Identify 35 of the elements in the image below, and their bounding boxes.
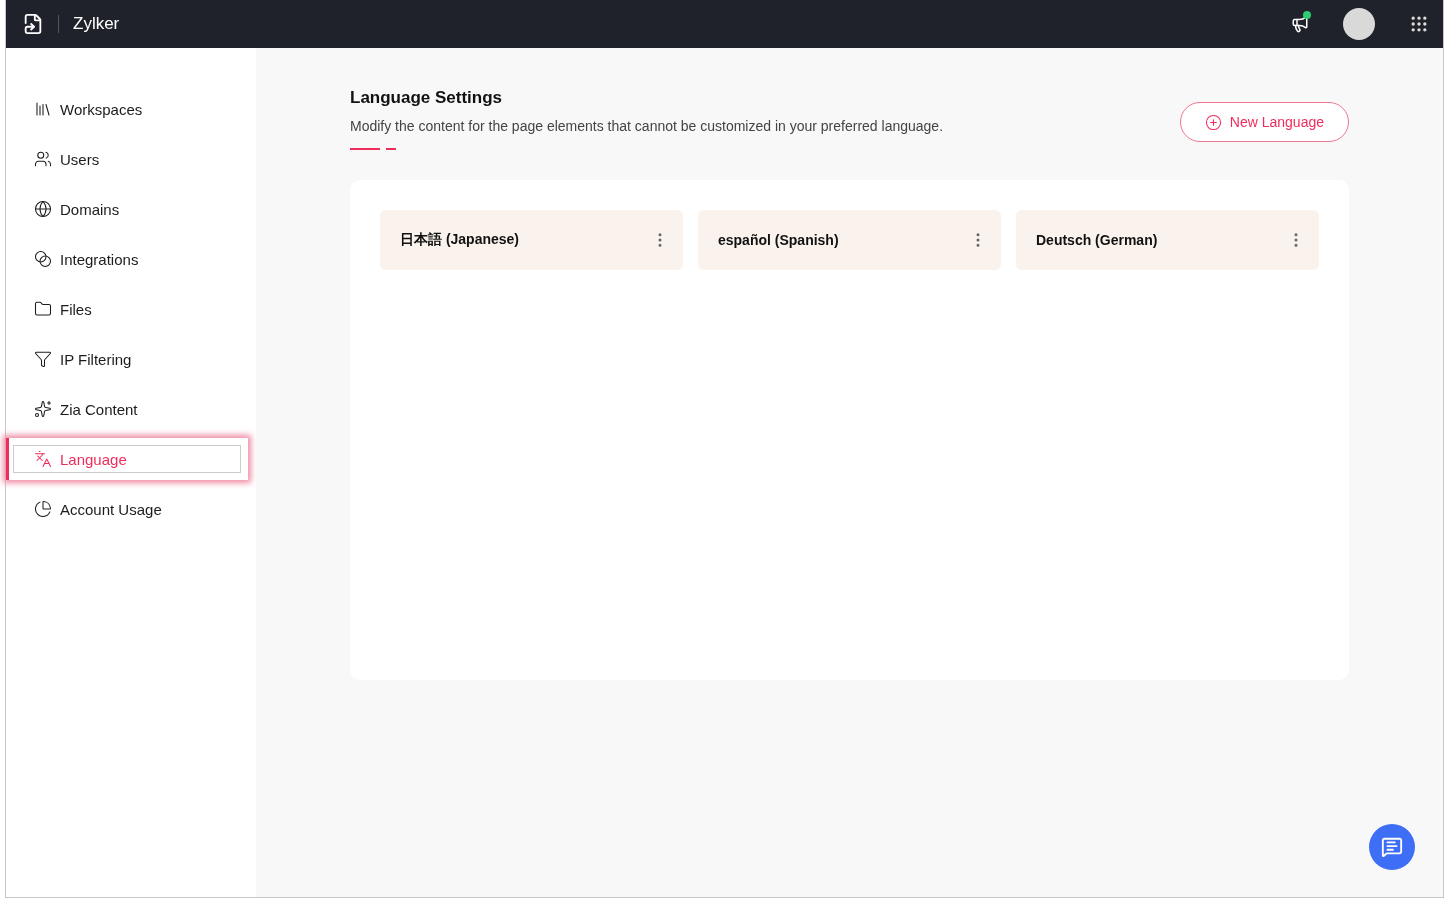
sidebar-item[interactable]: Integrations: [6, 238, 256, 280]
language-card[interactable]: 日本語 (Japanese): [380, 210, 683, 270]
logo-icon: [22, 13, 44, 35]
new-language-button[interactable]: New Language: [1179, 102, 1349, 142]
plus-circle-icon: [1204, 113, 1222, 131]
accent-dash: [386, 148, 396, 150]
accent-dash: [350, 148, 380, 150]
users-icon: [34, 150, 52, 168]
page-description: Modify the content for the page elements that cannot be customized in your preferred language.: [350, 118, 944, 134]
folder-icon: [34, 300, 52, 318]
sidebar-item[interactable]: Account Usage: [6, 488, 256, 530]
pie-chart-icon: [34, 500, 52, 518]
avatar[interactable]: [1343, 8, 1375, 40]
page-title: Language Settings: [350, 88, 504, 108]
language-card[interactable]: español (Spanish): [698, 210, 1001, 270]
globe-icon: [34, 200, 52, 218]
language-name: 日本語 (Japanese): [400, 231, 520, 249]
circles-icon: [34, 250, 52, 268]
books-icon: [34, 100, 52, 118]
sidebar-item[interactable]: Files: [6, 288, 256, 330]
language-card[interactable]: Deutsch (German): [1016, 210, 1319, 270]
language-name: Deutsch (German): [1036, 232, 1158, 248]
sparkles-icon: [34, 400, 52, 418]
chat-icon: [1381, 836, 1403, 858]
sidebar-item[interactable]: Workspaces: [6, 88, 256, 130]
brand-name: Zylker: [73, 14, 120, 34]
funnel-icon: [34, 350, 52, 368]
sidebar-item[interactable]: IP Filtering: [6, 338, 256, 380]
translate-icon: [34, 450, 52, 468]
sidebar-item[interactable]: Zia Content: [6, 388, 256, 430]
sidebar-item[interactable]: Domains: [6, 188, 256, 230]
language-name: español (Spanish): [718, 232, 839, 248]
sidebar-item[interactable]: Language: [6, 438, 248, 480]
sidebar-item[interactable]: Users: [6, 138, 256, 180]
apps-grid-icon[interactable]: [1409, 14, 1429, 34]
